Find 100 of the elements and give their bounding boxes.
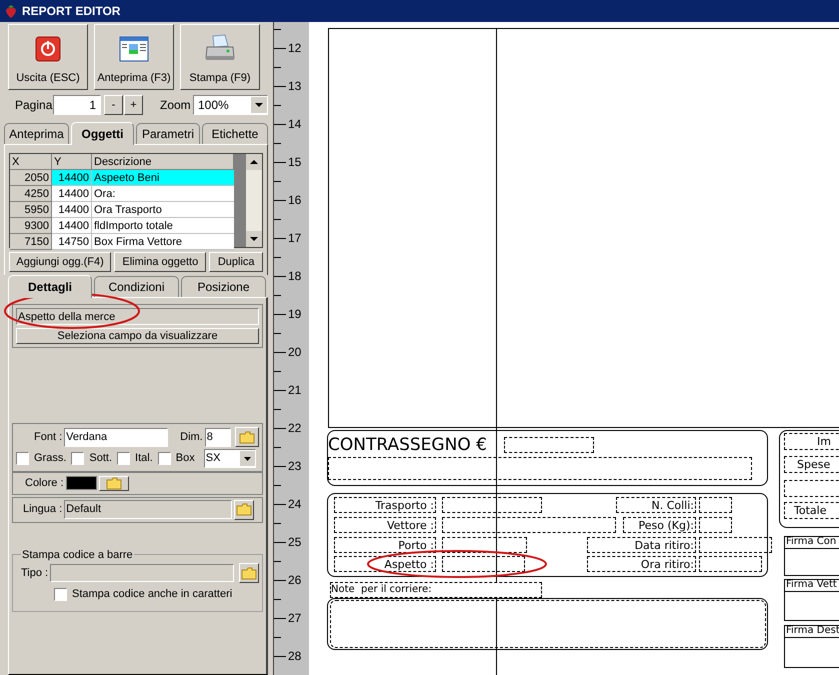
report-label[interactable]: Aspetto : (334, 556, 436, 572)
folder-icon (240, 566, 257, 580)
type-label: Tipo : (21, 566, 48, 581)
ruler-number: 25 (288, 536, 302, 548)
ruler-number: 21 (288, 384, 302, 396)
select-field-button[interactable]: Seleziona campo da visualizzare (16, 328, 259, 344)
report-label[interactable]: Firma Vett (784, 579, 839, 592)
ruler-number: 16 (288, 194, 302, 206)
report-label[interactable]: Data ritiro: (587, 537, 696, 553)
checkbox-label: Grass. (34, 451, 66, 466)
page-field[interactable]: 1 (53, 95, 101, 115)
tab[interactable]: Anteprima (4, 123, 69, 144)
size-field[interactable]: 8 (204, 428, 231, 446)
next-page-button[interactable]: + (124, 95, 143, 115)
folder-icon (236, 503, 252, 516)
table-row[interactable]: 7150 14750 Box Firma Vettore (10, 234, 234, 250)
type-field[interactable] (50, 564, 234, 582)
tab[interactable]: Dettagli (8, 275, 92, 298)
checkbox-label: Stampa codice anche in caratteri (72, 587, 232, 602)
table-row[interactable]: 4250 14400 Ora: (10, 186, 234, 202)
tab[interactable]: Condizioni (94, 276, 179, 297)
tab[interactable]: Oggetti (71, 122, 134, 145)
table-cell: 5950 (10, 202, 52, 218)
group-title: Stampa codice a barre (21, 548, 134, 562)
ruler-number: 17 (288, 232, 302, 244)
checkbox[interactable] (117, 452, 130, 465)
color-swatch[interactable] (66, 476, 97, 490)
tab[interactable]: Etichette (202, 123, 268, 144)
printer-icon (204, 34, 236, 62)
ruler-number: 18 (288, 270, 302, 282)
checkbox[interactable] (54, 588, 67, 601)
type-picker-button[interactable] (239, 563, 259, 583)
report-label[interactable]: Vettore : (334, 517, 436, 533)
column-header[interactable]: X (10, 154, 52, 170)
font-picker-button[interactable] (234, 427, 259, 447)
table-cell: 4250 (10, 186, 52, 202)
toolbar-button[interactable]: Uscita (ESC) (8, 24, 88, 90)
field-display[interactable]: Aspetto della merce (16, 308, 259, 325)
field-placeholder (699, 556, 762, 572)
ruler-number: 24 (288, 498, 302, 510)
previous-page-button[interactable]: - (104, 95, 123, 115)
report-label[interactable]: Totale (784, 502, 839, 519)
ruler-number: 28 (288, 650, 302, 662)
color-label: Colore : (25, 476, 64, 491)
report-label[interactable]: N. Colli: (616, 497, 696, 513)
zoom-dropdown[interactable]: 100% (193, 95, 268, 115)
ruler-number: 13 (288, 80, 302, 92)
tab[interactable]: Posizione (181, 276, 266, 297)
power-icon (35, 36, 61, 62)
report-label[interactable]: Note per il corriere: (330, 582, 542, 598)
scroll-down-icon[interactable] (246, 231, 262, 247)
ruler-number: 14 (288, 118, 302, 130)
ruler-number: 20 (288, 346, 302, 358)
color-picker-button[interactable] (98, 476, 129, 491)
table-cell: 7150 (10, 234, 52, 250)
action-button[interactable]: Elimina oggetto (114, 252, 206, 272)
align-dropdown[interactable]: SX (204, 449, 256, 468)
table-row[interactable]: 9300 14400 fldImporto totale (10, 218, 234, 234)
language-picker-button[interactable] (234, 500, 254, 520)
action-button[interactable]: Aggiungi ogg.(F4) (9, 252, 112, 272)
ruler-number: 23 (288, 460, 302, 472)
table-cell: 14750 (52, 234, 92, 250)
signature-frame (784, 625, 839, 668)
checkbox[interactable] (158, 452, 171, 465)
report-label[interactable]: CONTRASSEGNO € (328, 436, 496, 454)
zoom-label: Zoom (160, 97, 192, 114)
language-field[interactable]: Default (64, 500, 232, 519)
checkbox[interactable] (71, 452, 84, 465)
signature-frame (784, 536, 839, 576)
font-field[interactable]: Verdana (64, 428, 168, 446)
report-label[interactable]: Im (784, 433, 839, 450)
report-label[interactable]: Porto : (334, 537, 436, 553)
toolbar-button[interactable]: Anteprima (F3) (94, 24, 174, 90)
toolbar-button[interactable]: Stampa (F9) (180, 24, 260, 90)
table-row[interactable]: 2050 14400 Aspeeto Beni (10, 170, 234, 186)
scroll-up-icon[interactable] (246, 154, 262, 170)
report-label[interactable]: Peso (Kg): (623, 517, 696, 533)
window-title: REPORT EDITOR (22, 3, 120, 20)
checkbox[interactable] (16, 452, 29, 465)
tab[interactable]: Parametri (136, 123, 200, 144)
font-label: Font : (34, 430, 62, 445)
strawberry-icon (4, 4, 18, 18)
report-label[interactable]: Spese (784, 456, 839, 473)
ruler-number: 26 (288, 574, 302, 586)
checkbox-label: Sott. (89, 451, 112, 466)
page-label: Pagina (15, 97, 53, 114)
size-label: Dim. (180, 430, 203, 445)
report-label[interactable]: Ora ritiro: (587, 556, 696, 572)
table-cell: Box Firma Vettore (92, 234, 234, 250)
report-label[interactable]: Trasporto : (334, 497, 436, 513)
table-row[interactable]: 5950 14400 Ora Trasporto (10, 202, 234, 218)
ruler-number: 15 (288, 156, 302, 168)
checkbox-label: Ital. (135, 451, 153, 466)
action-button[interactable]: Duplica (209, 252, 263, 272)
column-header[interactable]: Y (52, 154, 92, 170)
language-label: Lingua : (23, 502, 62, 518)
folder-icon (238, 430, 255, 444)
column-header[interactable]: Descrizione (92, 154, 234, 170)
scrollbar[interactable] (246, 154, 262, 247)
report-label[interactable]: Firma Con (784, 536, 839, 549)
